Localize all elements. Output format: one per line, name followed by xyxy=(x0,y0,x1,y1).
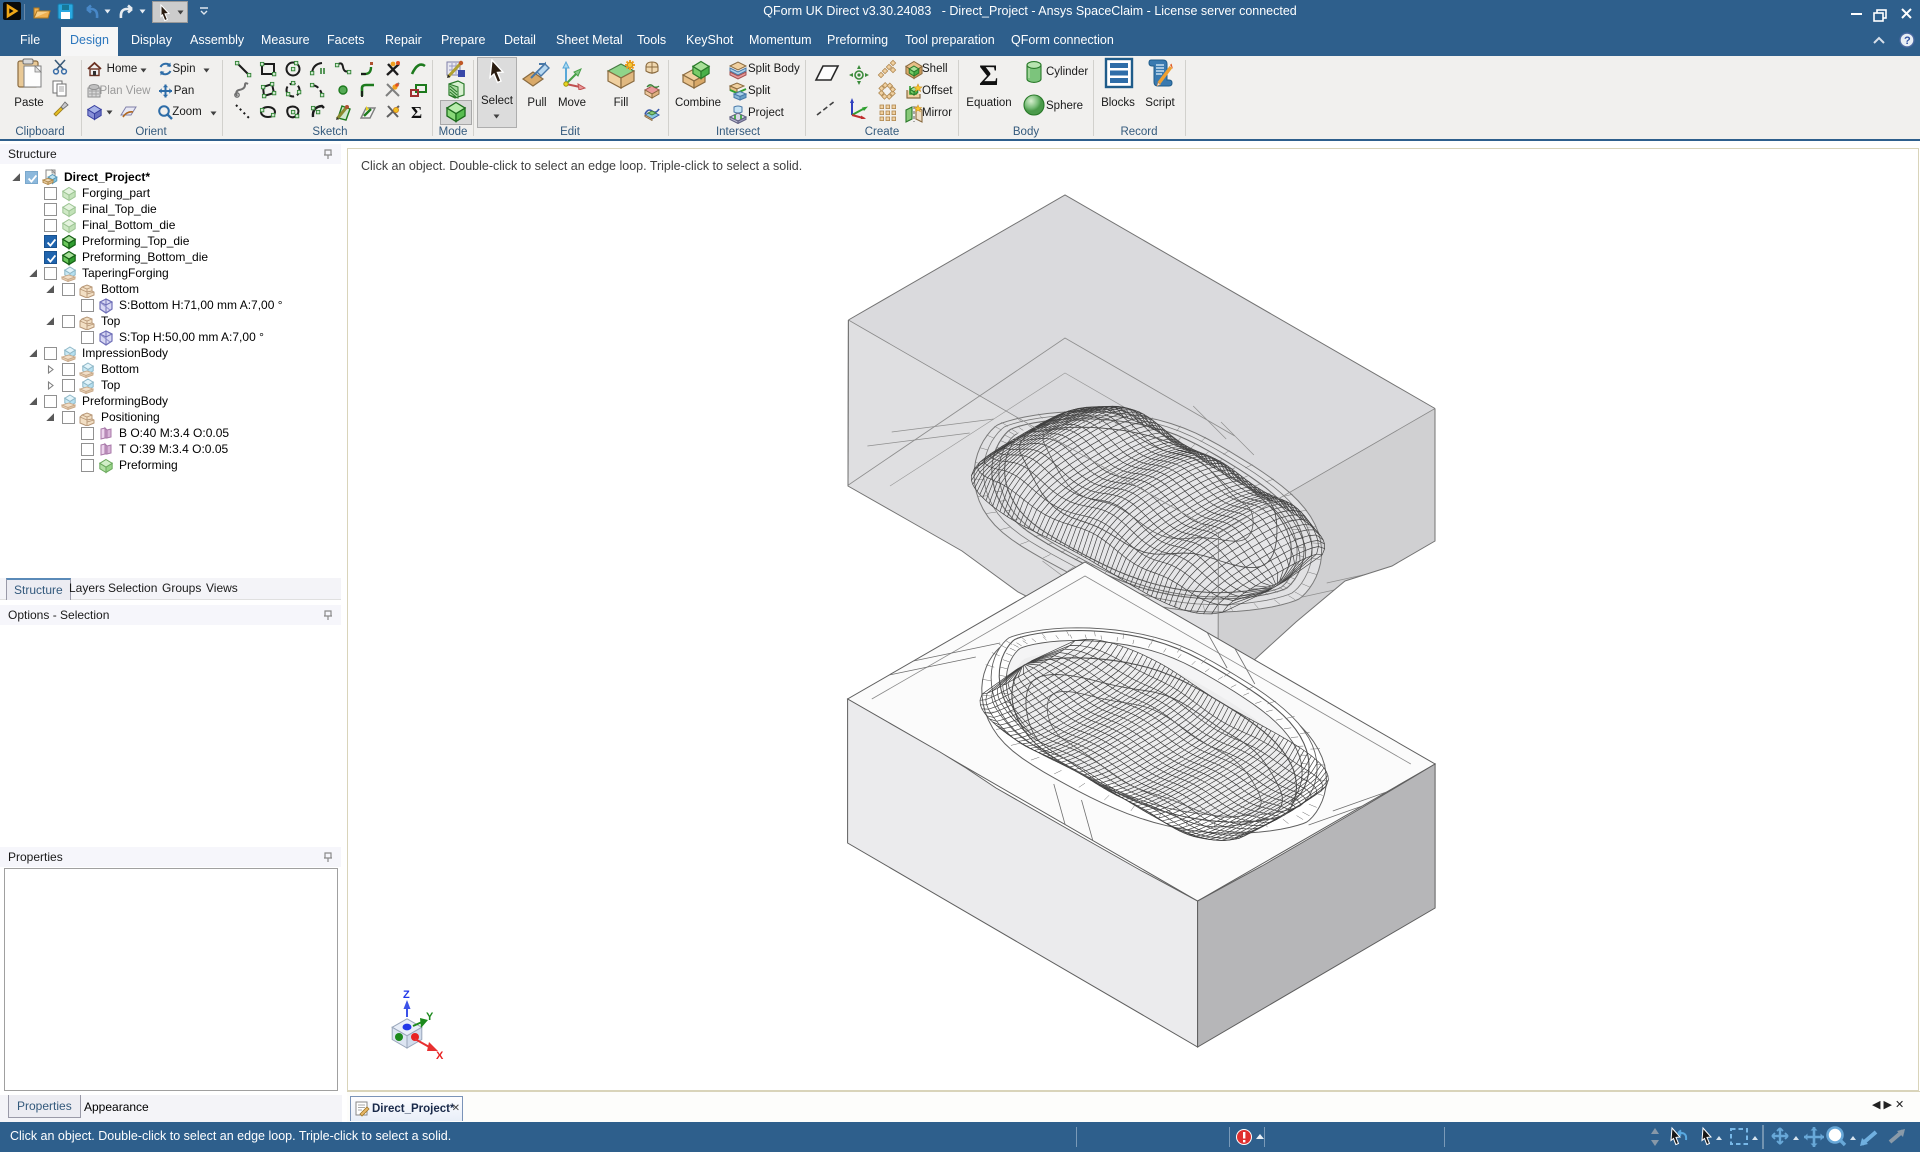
svg-text:Z: Z xyxy=(403,989,410,1001)
svg-text:Σ: Σ xyxy=(979,59,999,90)
svg-text:?: ? xyxy=(1904,35,1911,47)
svg-text:X: X xyxy=(436,1050,444,1062)
svg-text:Σ: Σ xyxy=(411,103,422,122)
svg-text:Y: Y xyxy=(426,1011,434,1023)
